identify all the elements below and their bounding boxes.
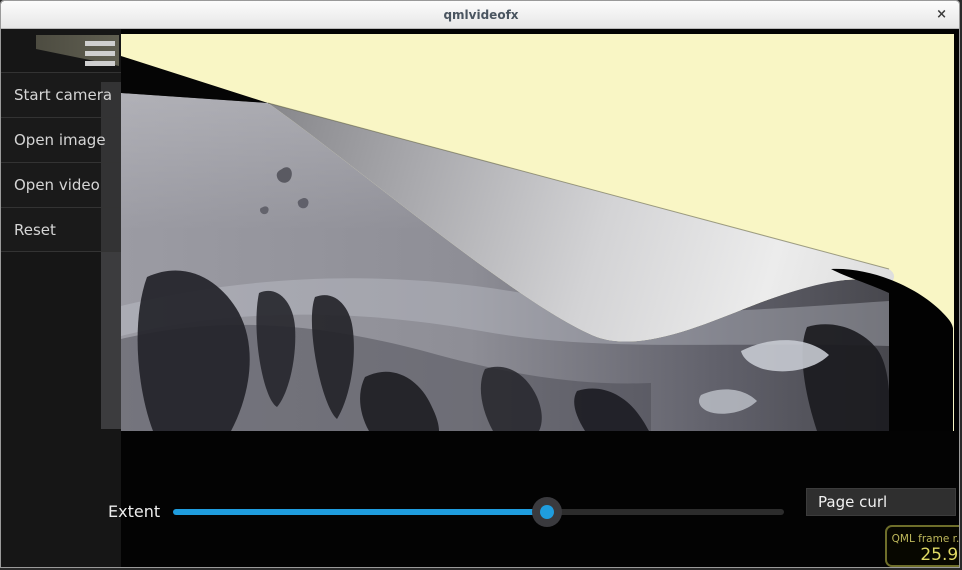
close-icon[interactable]: × bbox=[932, 1, 951, 29]
slider-handle-dot bbox=[540, 505, 554, 519]
sidebar-menu: Start camera Open image Open video Reset bbox=[1, 72, 121, 252]
app-window: Start camera Open image Open video Reset… bbox=[0, 0, 960, 568]
window-title: qmlvideofx bbox=[1, 1, 960, 29]
fps-value: 25.95 bbox=[887, 545, 960, 565]
extent-slider[interactable] bbox=[173, 497, 784, 527]
sidebar: Start camera Open image Open video Reset bbox=[1, 29, 121, 568]
fps-label: QML frame r... bbox=[887, 533, 960, 545]
extent-slider-label: Extent bbox=[108, 502, 160, 521]
sidebar-item-open-video[interactable]: Open video bbox=[1, 162, 121, 207]
titlebar: qmlvideofx × bbox=[1, 1, 960, 29]
sidebar-item-open-image[interactable]: Open image bbox=[1, 117, 121, 162]
slider-track-filled bbox=[173, 509, 550, 515]
sidebar-item-start-camera[interactable]: Start camera bbox=[1, 72, 121, 117]
slider-handle[interactable] bbox=[532, 497, 562, 527]
slider-track-empty bbox=[547, 509, 784, 515]
hamburger-menu-icon[interactable] bbox=[85, 41, 115, 67]
effect-selector-button[interactable]: Page curl bbox=[806, 488, 956, 516]
effect-scene[interactable] bbox=[1, 1, 960, 568]
sidebar-item-reset[interactable]: Reset bbox=[1, 207, 121, 252]
fps-overlay: QML frame r... 25.95 bbox=[885, 525, 960, 567]
